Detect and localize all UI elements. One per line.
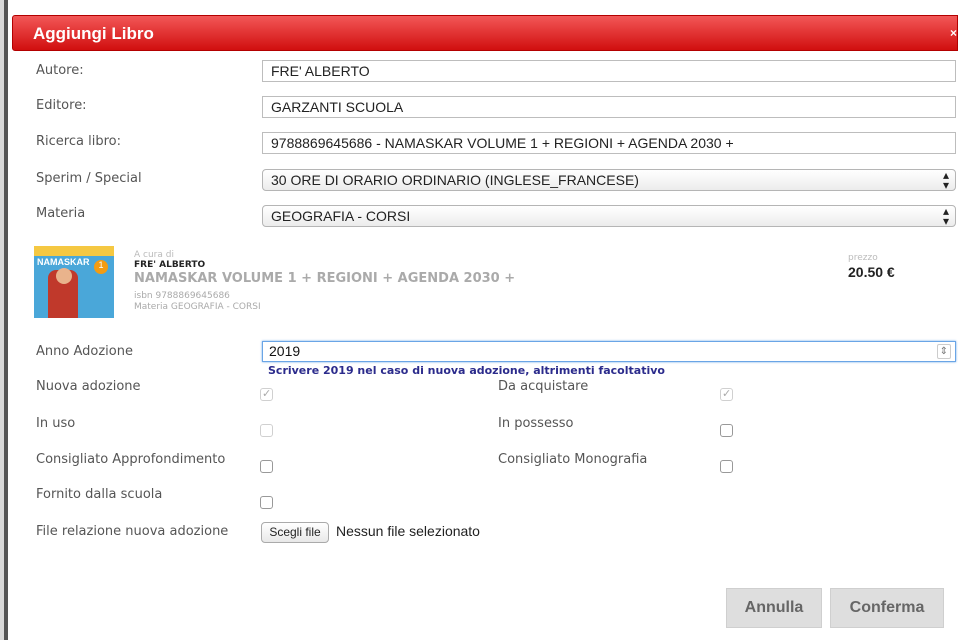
- consigliato-approfondimento-label: Consigliato Approfondimento: [36, 452, 226, 467]
- ricerca-label: Ricerca libro:: [36, 134, 121, 149]
- background-window-edge: [0, 0, 8, 640]
- materia-select-value: GEOGRAFIA - CORSI: [271, 208, 411, 224]
- da-acquistare-checkbox[interactable]: ✓: [720, 388, 733, 401]
- dialog-titlebar: Aggiungi Libro ×: [12, 15, 958, 51]
- anno-hint: Scrivere 2019 nel caso di nuova adozione…: [268, 364, 665, 377]
- select-arrows-icon: ▴ ▾: [942, 204, 949, 228]
- autore-field[interactable]: FRE' ALBERTO: [262, 60, 956, 82]
- sperim-label: Sperim / Special: [36, 171, 142, 186]
- book-curator-label: A cura di: [134, 250, 174, 260]
- choose-file-button[interactable]: Scegli file: [261, 522, 329, 543]
- price-label: prezzo: [848, 253, 878, 263]
- consigliato-monografia-label: Consigliato Monografia: [498, 452, 648, 467]
- close-icon[interactable]: ×: [950, 26, 957, 40]
- book-isbn: isbn 9788869645686: [134, 291, 230, 301]
- editore-field[interactable]: GARZANTI SCUOLA: [262, 96, 956, 118]
- nuova-adozione-label: Nuova adozione: [36, 379, 141, 394]
- consigliato-monografia-checkbox[interactable]: [720, 460, 733, 473]
- nuova-adozione-checkbox[interactable]: ✓: [260, 388, 273, 401]
- anno-adozione-label: Anno Adozione: [36, 344, 133, 359]
- fornito-scuola-checkbox[interactable]: [260, 496, 273, 509]
- in-possesso-checkbox[interactable]: [720, 424, 733, 437]
- materia-select[interactable]: GEOGRAFIA - CORSI ▴ ▾: [262, 205, 956, 227]
- sperim-select-value: 30 ORE DI ORARIO ORDINARIO (INGLESE_FRAN…: [271, 172, 639, 188]
- anno-adozione-value: 2019: [269, 343, 301, 359]
- file-relazione-label: File relazione nuova adozione: [36, 524, 229, 539]
- in-uso-label: In uso: [36, 416, 76, 431]
- stepper-icon[interactable]: ⇕: [936, 344, 951, 359]
- fornito-scuola-label: Fornito dalla scuola: [36, 487, 163, 502]
- cover-logo: NAMASKAR: [37, 257, 90, 267]
- select-arrows-icon: ▴ ▾: [942, 168, 949, 192]
- consigliato-approfondimento-checkbox[interactable]: [260, 460, 273, 473]
- book-title: NAMASKAR VOLUME 1 + REGIONI + AGENDA 203…: [134, 271, 516, 286]
- autore-label: Autore:: [36, 63, 84, 78]
- add-book-dialog: Aggiungi Libro × Autore: FRE' ALBERTO Ed…: [10, 0, 958, 640]
- annulla-button[interactable]: Annulla: [726, 588, 822, 628]
- ricerca-libro-input[interactable]: 9788869645686 - NAMASKAR VOLUME 1 + REGI…: [262, 132, 956, 154]
- in-uso-checkbox[interactable]: [260, 424, 273, 437]
- sperim-select[interactable]: 30 ORE DI ORARIO ORDINARIO (INGLESE_FRAN…: [262, 169, 956, 191]
- conferma-button[interactable]: Conferma: [830, 588, 944, 628]
- book-price: 20.50 €: [848, 264, 895, 280]
- materia-label: Materia: [36, 206, 86, 221]
- book-author: FRE' ALBERTO: [134, 260, 206, 270]
- book-cover-image: NAMASKAR 1: [34, 246, 114, 318]
- cover-number: 1: [94, 260, 108, 274]
- dialog-title: Aggiungi Libro: [33, 24, 154, 43]
- file-status: Nessun file selezionato: [336, 523, 480, 539]
- da-acquistare-label: Da acquistare: [498, 379, 589, 394]
- editore-label: Editore:: [36, 98, 87, 113]
- in-possesso-label: In possesso: [498, 416, 574, 431]
- anno-adozione-input[interactable]: 2019 ⇕: [262, 341, 956, 362]
- book-materia: Materia GEOGRAFIA - CORSI: [134, 302, 261, 312]
